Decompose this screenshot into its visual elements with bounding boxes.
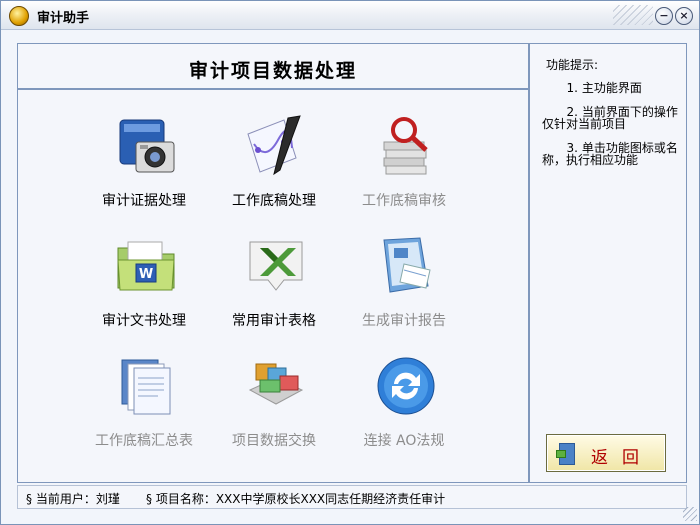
- tool-audit-table[interactable]: 常用审计表格: [204, 234, 344, 344]
- tips-panel: 功能提示: 1. 主功能界面 2. 当前界面下的操作仅针对当前项目 3. 单击功…: [529, 43, 687, 483]
- report-icon: [383, 237, 431, 293]
- tool-working-paper-review[interactable]: 工作底稿审核: [334, 114, 474, 224]
- app-logo-icon: [9, 6, 29, 26]
- exit-door-icon: [556, 443, 575, 465]
- tool-label[interactable]: 项目数据交换: [204, 430, 344, 450]
- magnifier-docs-icon: [383, 117, 428, 175]
- tool-label[interactable]: 工作底稿审核: [334, 190, 474, 210]
- tool-working-paper[interactable]: 工作底稿处理: [204, 114, 344, 224]
- tip-item: 2. 当前界面下的操作仅针对当前项目: [542, 105, 678, 131]
- tool-working-paper-summary[interactable]: 工作底稿汇总表: [74, 354, 214, 464]
- tool-label[interactable]: 审计文书处理: [74, 310, 214, 330]
- tip-item: 1. 主功能界面: [566, 81, 642, 95]
- tips-title: 功能提示:: [546, 58, 599, 72]
- tool-label[interactable]: 常用审计表格: [204, 310, 344, 330]
- status-project-name: § 项目名称：XXX中学原校长XXX同志任期经济责任审计: [146, 492, 446, 506]
- resize-grip[interactable]: [683, 507, 697, 521]
- status-current-user: § 当前用户：刘瑾: [26, 492, 120, 506]
- title-bar[interactable]: 审计助手 − ×: [1, 1, 699, 30]
- documents-icon: [121, 359, 171, 415]
- tool-label[interactable]: 生成审计报告: [334, 310, 474, 330]
- window-title: 审计助手: [37, 11, 90, 26]
- tool-label[interactable]: 连接 AO法规: [334, 430, 474, 450]
- tip-item: 3. 单击功能图标或名称，执行相应功能: [542, 141, 678, 167]
- tool-audit-evidence[interactable]: 审计证据处理: [74, 114, 214, 224]
- tool-label[interactable]: 工作底稿汇总表: [74, 430, 214, 450]
- page-title: 审计项目数据处理: [188, 60, 357, 82]
- titlebar-grip-decoration: [613, 5, 653, 25]
- header-panel: 审计项目数据处理: [17, 43, 529, 89]
- excel-icon: [249, 241, 303, 291]
- tool-label[interactable]: 工作底稿处理: [204, 190, 344, 210]
- data-exchange-icon: [248, 363, 304, 405]
- close-button[interactable]: ×: [675, 7, 693, 25]
- pen-chart-icon: [247, 115, 301, 176]
- tool-project-exchange[interactable]: 项目数据交换: [204, 354, 344, 464]
- tool-label[interactable]: 审计证据处理: [74, 190, 214, 210]
- back-button-label: 返回: [591, 448, 653, 468]
- back-button[interactable]: 返回: [546, 434, 666, 472]
- app-window: 审计助手 − × 审计项目数据处理 审计证据处理 工作底稿处理 工作底稿审核 W…: [0, 0, 700, 525]
- word-folder-icon: W: [117, 241, 175, 291]
- camera-book-icon: [119, 119, 175, 173]
- tool-audit-document[interactable]: W 审计文书处理: [74, 234, 214, 344]
- minimize-button[interactable]: −: [655, 7, 673, 25]
- status-bar: § 当前用户：刘瑾 § 项目名称：XXX中学原校长XXX同志任期经济责任审计: [17, 485, 687, 509]
- svg-text:W: W: [139, 267, 153, 282]
- refresh-icon: [377, 357, 435, 415]
- function-grid: 审计证据处理 工作底稿处理 工作底稿审核 W 审计文书处理 常用审计表格 生成审…: [17, 89, 529, 483]
- tool-ao-regulations[interactable]: 连接 AO法规: [334, 354, 474, 464]
- tool-audit-report[interactable]: 生成审计报告: [334, 234, 474, 344]
